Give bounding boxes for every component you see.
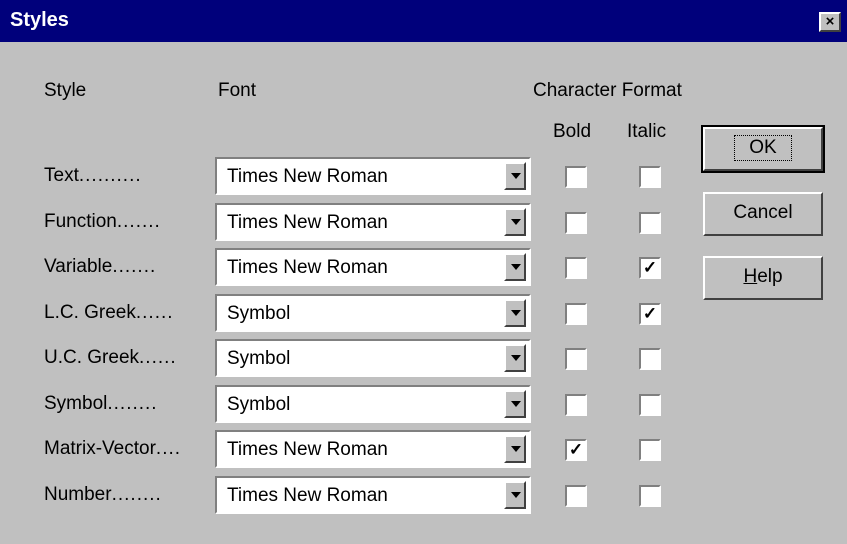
- close-icon: ×: [825, 13, 835, 30]
- row-label-text: Function: [44, 211, 117, 232]
- leader-dots: .......: [112, 256, 157, 277]
- help-mnemonic: H: [743, 266, 758, 287]
- dropdown-arrow-icon[interactable]: [504, 299, 526, 327]
- help-button[interactable]: Help: [703, 256, 823, 300]
- font-select-value: Times New Roman: [227, 439, 388, 460]
- row-label-text: U.C. Greek: [44, 347, 140, 368]
- row-label: Function.......: [44, 211, 214, 233]
- italic-checkbox[interactable]: ✓: [639, 303, 661, 325]
- row-label: Symbol........: [44, 393, 214, 415]
- leader-dots: ........: [107, 393, 158, 414]
- row-label-text: Text: [44, 165, 79, 186]
- row-label-text: Symbol: [44, 393, 108, 414]
- dropdown-arrow-icon[interactable]: [504, 208, 526, 236]
- leader-dots: ........: [111, 484, 162, 505]
- font-select-value: Times New Roman: [227, 485, 388, 506]
- close-button[interactable]: ×: [819, 12, 841, 32]
- bold-checkbox[interactable]: [565, 257, 587, 279]
- font-select-value: Times New Roman: [227, 212, 388, 233]
- row-label-text: Variable: [44, 256, 113, 277]
- italic-checkbox[interactable]: [639, 485, 661, 507]
- bold-checkbox[interactable]: ✓: [565, 439, 587, 461]
- bold-checkbox[interactable]: [565, 348, 587, 370]
- dropdown-arrow-icon[interactable]: [504, 435, 526, 463]
- ok-button[interactable]: OK: [701, 125, 825, 173]
- dropdown-arrow-icon[interactable]: [504, 481, 526, 509]
- row-label: Number........: [44, 484, 214, 506]
- dropdown-arrow-icon[interactable]: [504, 162, 526, 190]
- cancel-button-label: Cancel: [733, 202, 793, 223]
- row-label: U.C. Greek......: [44, 347, 214, 369]
- font-select[interactable]: Symbol: [215, 339, 531, 377]
- row-label: Variable.......: [44, 256, 214, 278]
- row-label-text: L.C. Greek: [44, 302, 136, 323]
- dropdown-arrow-icon[interactable]: [504, 390, 526, 418]
- dropdown-arrow-icon[interactable]: [504, 344, 526, 372]
- title-bar: Styles ×: [0, 0, 847, 42]
- header-font: Font: [218, 80, 257, 101]
- header-character-format: Character Format: [533, 80, 682, 101]
- header-style: Style: [44, 80, 87, 101]
- window-title: Styles: [10, 9, 69, 31]
- bold-checkbox[interactable]: [565, 485, 587, 507]
- font-select-value: Symbol: [227, 348, 291, 369]
- dropdown-arrow-icon[interactable]: [504, 253, 526, 281]
- bold-checkbox[interactable]: [565, 166, 587, 188]
- font-select-value: Times New Roman: [227, 166, 388, 187]
- font-select-value: Symbol: [227, 303, 291, 324]
- ok-button-label: OK: [734, 135, 792, 161]
- row-label: L.C. Greek......: [44, 302, 214, 324]
- italic-checkbox[interactable]: [639, 439, 661, 461]
- font-select-value: Times New Roman: [227, 257, 388, 278]
- italic-checkbox[interactable]: [639, 166, 661, 188]
- italic-checkbox[interactable]: [639, 212, 661, 234]
- font-select[interactable]: Times New Roman: [215, 248, 531, 286]
- leader-dots: .......: [116, 211, 161, 232]
- font-select[interactable]: Times New Roman: [215, 430, 531, 468]
- leader-dots: ......: [135, 302, 174, 323]
- font-select[interactable]: Symbol: [215, 385, 531, 423]
- row-label-text: Matrix-Vector: [44, 438, 156, 459]
- leader-dots: ..........: [78, 165, 142, 186]
- italic-checkbox[interactable]: [639, 394, 661, 416]
- font-select[interactable]: Times New Roman: [215, 203, 531, 241]
- help-button-label: Help: [743, 266, 782, 287]
- font-select[interactable]: Times New Roman: [215, 476, 531, 514]
- bold-checkbox[interactable]: [565, 212, 587, 234]
- font-select-value: Symbol: [227, 394, 291, 415]
- header-italic: Italic: [627, 121, 667, 142]
- row-label-text: Number: [44, 484, 112, 505]
- cancel-button[interactable]: Cancel: [703, 192, 823, 236]
- row-label: Text..........: [44, 165, 214, 187]
- bold-checkbox[interactable]: [565, 394, 587, 416]
- bold-checkbox[interactable]: [565, 303, 587, 325]
- font-select[interactable]: Times New Roman: [215, 157, 531, 195]
- font-select[interactable]: Symbol: [215, 294, 531, 332]
- leader-dots: ....: [155, 438, 182, 459]
- header-bold: Bold: [553, 121, 592, 142]
- help-rest: elp: [757, 266, 783, 287]
- leader-dots: ......: [139, 347, 177, 368]
- italic-checkbox[interactable]: ✓: [639, 257, 661, 279]
- row-label: Matrix-Vector....: [44, 438, 214, 460]
- italic-checkbox[interactable]: [639, 348, 661, 370]
